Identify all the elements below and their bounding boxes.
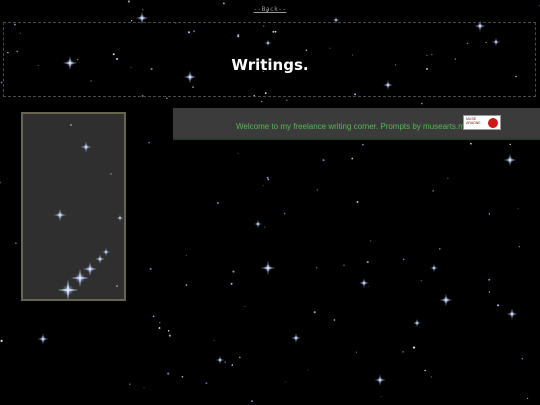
sidebar-panel [21,112,126,301]
back-link[interactable]: --Back-- [0,6,540,13]
badge-circle [488,118,498,128]
page-title: Writings. [231,56,309,74]
welcome-bar: Welcome to my freelance writing corner. … [173,108,540,140]
muse-badge-icon[interactable]: MUSE ARADNE [463,115,501,130]
welcome-text: Welcome to my freelance writing corner. … [236,122,472,131]
badge-line-2: ARADNE [466,121,481,125]
sparkle-decoration [53,124,124,301]
